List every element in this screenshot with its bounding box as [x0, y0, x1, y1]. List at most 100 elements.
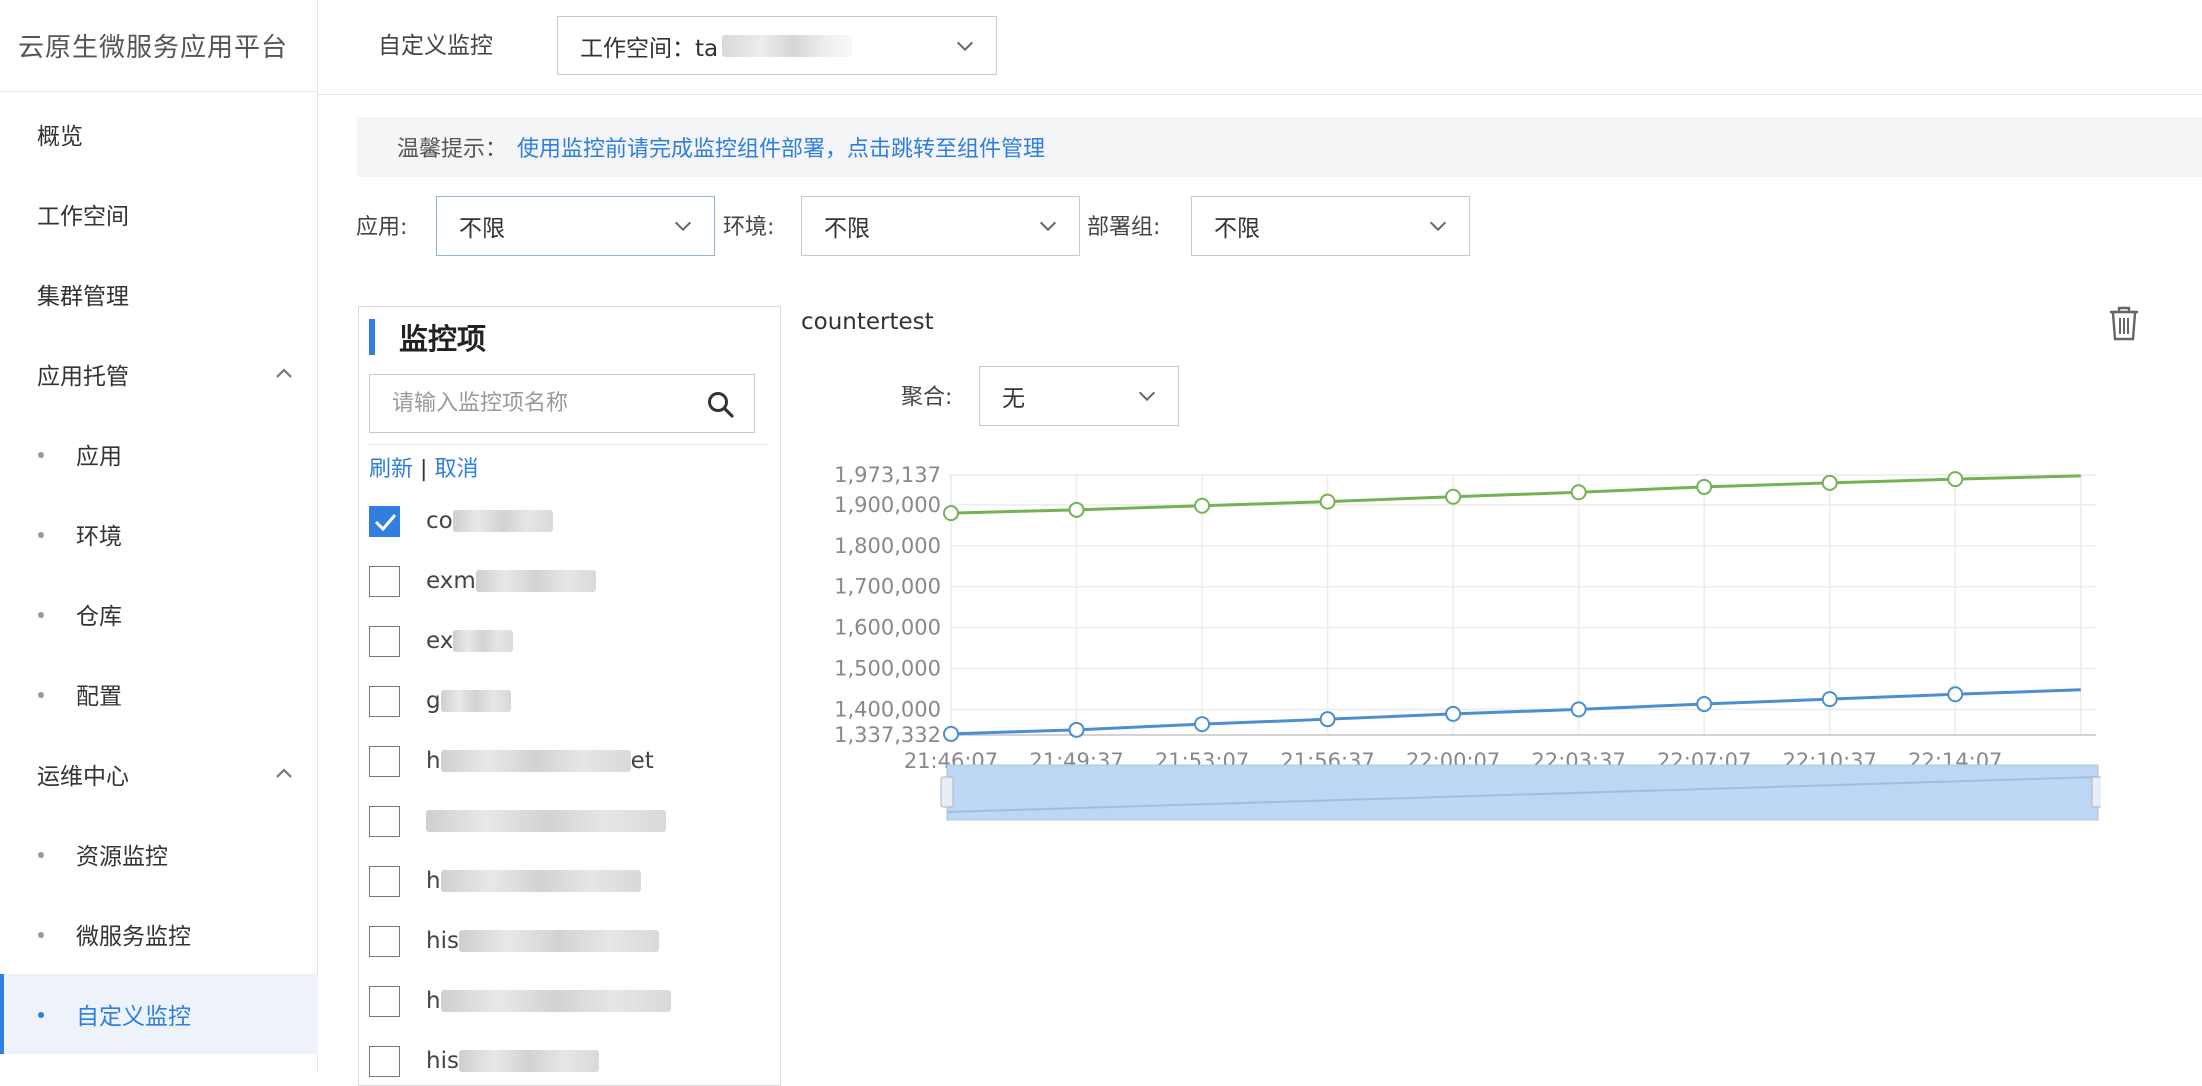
group-filter-select[interactable]: 不限	[1191, 196, 1470, 256]
metric-name: exm	[426, 568, 596, 594]
metric-checkbox[interactable]	[369, 865, 400, 897]
component-management-link[interactable]: 使用监控前请完成监控组件部署，点击跳转至组件管理	[517, 131, 1045, 163]
y-tick-label: 1,600,000	[834, 616, 941, 640]
y-tick-label: 1,900,000	[834, 493, 941, 517]
series-line-0	[950, 474, 2081, 515]
sidebar-item-11[interactable]: 自定义监控	[0, 974, 318, 1054]
chart-title: countertest	[801, 309, 934, 335]
sidebar-item-1[interactable]: 工作空间	[0, 174, 318, 254]
metric-checkbox[interactable]	[369, 565, 400, 597]
chevron-down-icon	[1039, 221, 1057, 232]
sidebar-item-label: 配置	[76, 684, 122, 710]
refresh-link[interactable]: 刷新	[369, 457, 413, 482]
list-item[interactable]: h et	[369, 736, 769, 786]
metric-name: his	[426, 1048, 599, 1074]
metric-name-prefix: g	[426, 688, 441, 714]
env-filter-select[interactable]: 不限	[801, 196, 1080, 256]
sidebar-item-6[interactable]: 仓库	[0, 574, 318, 654]
data-point	[1319, 493, 1336, 510]
env-filter-value: 不限	[824, 216, 870, 242]
metric-name-prefix: h	[426, 868, 441, 894]
list-item[interactable]: h	[369, 976, 769, 1026]
list-item[interactable]: exm	[369, 556, 769, 606]
metric-checkbox[interactable]	[369, 925, 400, 957]
sidebar-item-label: 仓库	[76, 604, 122, 630]
list-item[interactable]: his	[369, 916, 769, 966]
metric-name-prefix: h	[426, 748, 441, 774]
sidebar-item-0[interactable]: 概览	[0, 94, 318, 174]
app-brand: 云原生微服务应用平台	[0, 0, 317, 92]
metric-name-prefix: his	[426, 928, 459, 954]
sidebar-item-10[interactable]: 微服务监控	[0, 894, 318, 974]
y-tick-label: 1,400,000	[834, 697, 941, 721]
tip-label: 温馨提示：	[397, 137, 508, 162]
list-item[interactable]: his	[369, 1036, 769, 1086]
trash-icon[interactable]	[2107, 305, 2141, 341]
bullet-icon	[38, 852, 44, 858]
metric-name-prefix: exm	[426, 568, 476, 594]
sidebar-item-label: 工作空间	[37, 204, 129, 230]
group-filter-label: 部署组:	[1087, 215, 1161, 240]
metric-name-redacted	[440, 750, 631, 772]
group-filter-value: 不限	[1214, 216, 1260, 242]
metric-list-title: 监控项	[369, 319, 486, 356]
data-point	[1947, 686, 1964, 703]
sidebar-item-4[interactable]: 应用	[0, 414, 318, 494]
chevron-up-icon	[276, 368, 292, 378]
metric-name: his	[426, 928, 659, 954]
workspace-select-label: 工作空间：ta	[580, 35, 719, 62]
list-item[interactable]: h	[369, 856, 769, 906]
aggregation-value: 无	[1002, 386, 1025, 412]
zoom-handle-left[interactable]	[940, 776, 954, 808]
metric-search-box	[369, 374, 755, 433]
list-item[interactable]: ex	[369, 616, 769, 666]
workspace-select[interactable]: 工作空间：ta	[557, 16, 997, 75]
data-point	[1194, 497, 1211, 514]
metric-checkbox[interactable]	[369, 505, 400, 537]
list-item[interactable]: g	[369, 676, 769, 726]
metric-name-redacted	[475, 570, 596, 592]
sidebar-item-label: 应用	[76, 444, 122, 470]
divider	[369, 444, 769, 445]
y-tick-label: 1,700,000	[834, 575, 941, 599]
data-point	[1947, 471, 1964, 488]
metric-name-prefix: h	[426, 988, 441, 1014]
sidebar: 云原生微服务应用平台 概览工作空间集群管理应用托管应用环境仓库配置运维中心 资源监…	[0, 0, 318, 1072]
metric-checkbox[interactable]	[369, 985, 400, 1017]
list-item[interactable]: co	[369, 496, 769, 546]
zoom-handle-right[interactable]	[2091, 776, 2101, 808]
data-point	[943, 505, 959, 522]
app-filter-select[interactable]: 不限	[436, 196, 715, 256]
metric-checkbox[interactable]	[369, 625, 400, 657]
data-zoom-slider[interactable]	[940, 764, 2101, 821]
sidebar-item-9[interactable]: 资源监控	[0, 814, 318, 894]
app-filter-value: 不限	[459, 216, 505, 242]
sidebar-item-7[interactable]: 配置	[0, 654, 318, 734]
metric-checkbox[interactable]	[369, 685, 400, 717]
data-point	[1445, 705, 1462, 722]
sidebar-item-8[interactable]: 运维中心	[0, 734, 318, 814]
aggregation-select[interactable]: 无	[979, 366, 1179, 426]
tip-banner: 温馨提示： 使用监控前请完成监控组件部署，点击跳转至组件管理	[357, 117, 2202, 177]
sidebar-item-5[interactable]: 环境	[0, 494, 318, 574]
y-tick-label: 1,973,137	[834, 463, 941, 487]
metric-name: g	[426, 688, 511, 714]
list-item[interactable]	[369, 796, 769, 846]
metric-search-input[interactable]	[392, 391, 692, 416]
data-point	[1821, 691, 1838, 708]
sidebar-item-label: 自定义监控	[76, 1004, 191, 1030]
sidebar-item-3[interactable]: 应用托管	[0, 334, 318, 414]
chevron-down-icon	[956, 41, 974, 51]
cancel-link[interactable]: 取消	[434, 457, 478, 482]
sidebar-item-2[interactable]: 集群管理	[0, 254, 318, 334]
metric-name: h	[426, 988, 671, 1014]
metric-name: ex	[426, 628, 514, 654]
metric-name-redacted	[453, 630, 514, 652]
sidebar-item-label: 集群管理	[37, 284, 129, 310]
metric-checkbox[interactable]	[369, 805, 400, 837]
metric-name: h	[426, 868, 641, 894]
metric-list-actions: 刷新 | 取消	[369, 451, 478, 483]
search-icon[interactable]	[706, 390, 736, 420]
data-point	[1570, 484, 1587, 501]
metric-checkbox[interactable]	[369, 745, 400, 777]
